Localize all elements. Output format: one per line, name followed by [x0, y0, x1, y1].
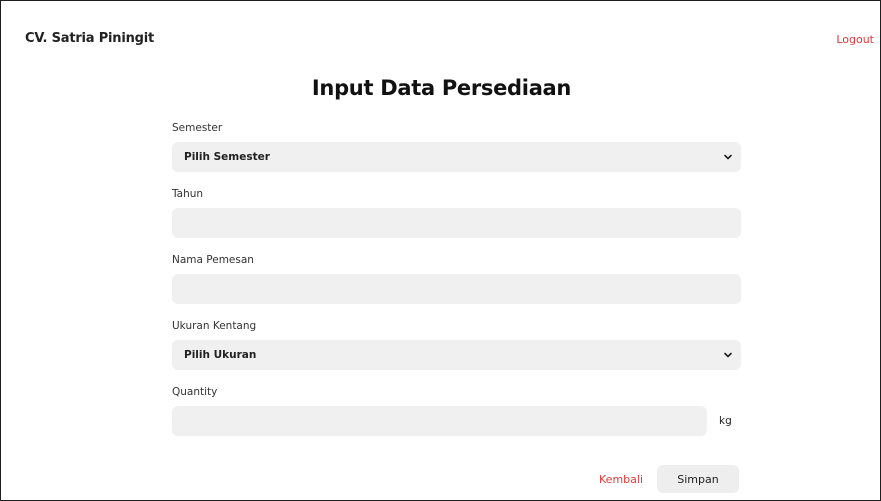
- nama-pemesan-label: Nama Pemesan: [172, 254, 254, 266]
- page-title: Input Data Persediaan: [311, 76, 572, 100]
- save-button[interactable]: Simpan: [657, 465, 739, 493]
- semester-field-group: Semester Pilih Semester: [172, 120, 741, 172]
- quantity-row: kg: [172, 406, 741, 436]
- semester-selected-value: Pilih Semester: [184, 151, 270, 163]
- quantity-unit: kg: [719, 415, 732, 427]
- ukuran-kentang-select[interactable]: Pilih Ukuran: [172, 340, 741, 370]
- quantity-input[interactable]: [172, 406, 707, 436]
- semester-select[interactable]: Pilih Semester: [172, 142, 741, 172]
- tahun-field-group: Tahun: [172, 186, 741, 238]
- nama-pemesan-input[interactable]: [172, 274, 741, 304]
- nama-pemesan-field-group: Nama Pemesan: [172, 252, 741, 304]
- semester-label: Semester: [172, 122, 223, 134]
- logout-link[interactable]: Logout: [836, 33, 874, 46]
- chevron-down-icon: [724, 352, 732, 358]
- quantity-field-group: Quantity kg: [172, 384, 741, 436]
- ukuran-kentang-label: Ukuran Kentang: [172, 320, 257, 332]
- app-window: CV. Satria Piningit Logout Input Data Pe…: [0, 0, 881, 501]
- inventory-form: Semester Pilih Semester Tahun Nama Pemes…: [172, 120, 741, 450]
- quantity-label: Quantity: [172, 386, 218, 398]
- ukuran-kentang-selected-value: Pilih Ukuran: [184, 349, 257, 361]
- ukuran-kentang-field-group: Ukuran Kentang Pilih Ukuran: [172, 318, 741, 370]
- brand-name: CV. Satria Piningit: [25, 31, 155, 46]
- form-actions: Kembali Simpan: [599, 465, 739, 493]
- tahun-label: Tahun: [172, 188, 204, 200]
- back-link[interactable]: Kembali: [599, 473, 643, 486]
- tahun-input[interactable]: [172, 208, 741, 238]
- chevron-down-icon: [724, 154, 732, 160]
